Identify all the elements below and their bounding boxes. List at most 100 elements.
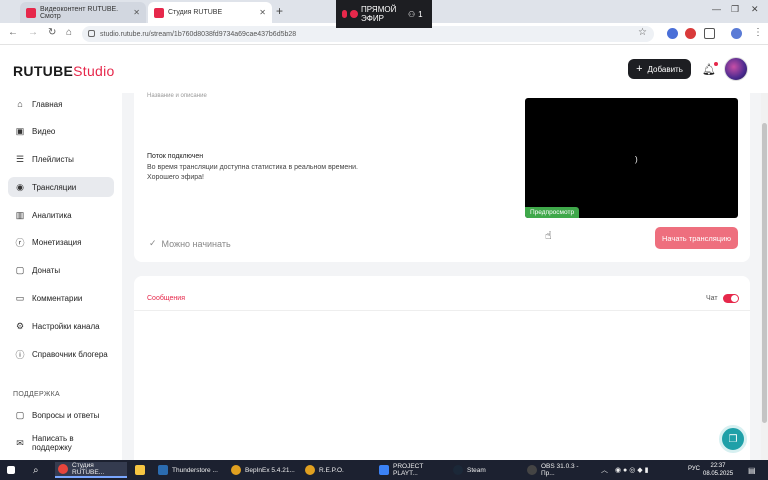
chrome-icon (58, 464, 68, 474)
support-heading: ПОДДЕРЖКА (13, 391, 60, 398)
clock-date: 08.05.2025 (703, 471, 734, 477)
sidebar-item-faq[interactable]: ▢ Вопросы и ответы (8, 405, 114, 425)
browser-tab-rutube-video[interactable]: Видеоконтент RUTUBE. Смотр ✕ (20, 2, 146, 23)
sidebar: ⌂ Главная ▣ Видео ☰ Плейлисты ◉ Трансляц… (0, 93, 122, 460)
obs-icon (527, 465, 537, 475)
sidebar-item-analytics[interactable]: ▥ Аналитика (8, 205, 114, 225)
sidebar-item-label: Вопросы и ответы (32, 410, 100, 420)
extension-icon[interactable] (667, 28, 678, 39)
live-indicator[interactable]: ПРЯМОЙ ЭФИР ⚇ 1 (336, 0, 432, 28)
sidebar-item-video[interactable]: ▣ Видео (8, 121, 114, 141)
tab-divider (134, 310, 750, 311)
start-broadcast-button[interactable]: Начать трансляцию (655, 227, 738, 249)
maximize-icon[interactable]: ❐ (731, 4, 739, 15)
sidebar-item-label: Донаты (32, 265, 61, 275)
bookmark-star-icon[interactable]: ☆ (638, 27, 647, 38)
notifications-bell-icon[interactable]: 🔔︎ (702, 62, 718, 76)
tray-chevron-icon[interactable]: ︿ (598, 462, 611, 478)
notification-center-icon[interactable]: ▤ (745, 462, 759, 478)
avatar[interactable] (724, 57, 748, 81)
app-header: RUTUBEStudio + Добавить 🔔︎ (0, 45, 768, 93)
add-button[interactable]: + Добавить (628, 59, 691, 79)
sidebar-item-label: Монетизация (32, 237, 82, 247)
taskbar-clock[interactable]: 22:37 08.05.2025 (703, 462, 733, 478)
forward-icon[interactable]: → (28, 27, 38, 38)
rutube-studio-logo[interactable]: RUTUBEStudio (13, 63, 115, 79)
start-button[interactable] (4, 462, 18, 478)
mouse-pointer-icon: ☝︎ (545, 230, 552, 242)
taskbar-item-label: Студия RUTUBE... (72, 462, 105, 476)
chat-bubble-icon: ❐ (728, 433, 738, 445)
home-icon: ⌂ (17, 99, 23, 109)
close-window-icon[interactable]: ✕ (751, 4, 759, 15)
emoji-app-icon (231, 465, 241, 475)
steam-icon (453, 465, 463, 475)
taskbar-item-thunderstore[interactable]: Thunderstore ... (155, 462, 223, 478)
new-tab-button[interactable]: + (276, 4, 283, 18)
taskbar-item-obs[interactable]: OBS 31.0.3 - Пр... (524, 462, 596, 478)
sidebar-item-label: Справочник блогера (32, 349, 108, 359)
toggle-knob (731, 295, 738, 302)
close-tab-icon[interactable]: ✕ (133, 8, 140, 17)
taskbar-item-label: PROJECT PLAYT... (393, 463, 424, 477)
taskbar-item-steam[interactable]: Steam (450, 462, 520, 478)
sidebar-item-donations[interactable]: ▢ Донаты (8, 260, 114, 280)
plus-icon: + (636, 63, 643, 75)
stream-wish-text: Хорошего эфира! (147, 174, 204, 181)
close-tab-icon[interactable]: ✕ (259, 8, 266, 17)
analytics-icon: ▥ (15, 209, 25, 220)
tab-messages[interactable]: Сообщения (147, 295, 185, 302)
sidebar-item-blogger-guide[interactable]: ⓘ Справочник блогера (8, 344, 114, 364)
sidebar-item-contact-support[interactable]: ✉ Написать в поддержку (8, 433, 114, 453)
tab-title: Видеоконтент RUTUBE. Смотр (40, 5, 119, 20)
extension-icon[interactable] (685, 28, 696, 39)
taskbar-item-repo[interactable]: R.E.P.O. (302, 462, 372, 478)
taskbar-item-project-playtime[interactable]: PROJECT PLAYT... (376, 462, 446, 478)
gear-icon: ⚙ (15, 320, 25, 331)
viewers-icon: ⚇ (408, 9, 416, 19)
logo-main: RUTUBE (13, 63, 74, 79)
donation-icon: ▢ (15, 264, 25, 275)
minimize-icon[interactable]: — (712, 4, 721, 14)
taskbar-item-explorer[interactable] (132, 462, 148, 478)
viewers-count: 1 (418, 9, 423, 19)
taskbar-item-label: Steam (467, 466, 486, 474)
site-info-icon[interactable] (88, 30, 95, 37)
loading-spinner-icon: ) (635, 155, 638, 164)
stream-preview[interactable]: ) Предпросмотр (525, 98, 738, 218)
back-icon[interactable]: ← (8, 27, 18, 38)
add-button-label: Добавить (647, 64, 683, 74)
taskbar-item-label: BepInEx 5.4.21... (245, 466, 295, 474)
extensions-puzzle-icon[interactable] (704, 28, 715, 39)
sidebar-item-channel-settings[interactable]: ⚙ Настройки канала (8, 316, 114, 336)
url-field[interactable]: studio.rutube.ru/stream/1b760d8038fd9734… (82, 26, 654, 42)
profile-icon[interactable] (731, 28, 742, 39)
language-indicator[interactable]: РУС (688, 466, 700, 472)
support-chat-button[interactable]: ❐ (719, 425, 747, 453)
ready-status: ✓ Можно начинать (149, 238, 231, 249)
sidebar-item-label: Написать в поддержку (32, 434, 74, 452)
steam-game-icon (379, 465, 389, 475)
sidebar-item-comments[interactable]: ▭ Комментарии (8, 288, 114, 308)
taskbar-item-chrome[interactable]: Студия RUTUBE... (55, 462, 127, 478)
search-button[interactable]: ⌕ (30, 462, 42, 478)
taskbar-item-label: R.E.P.O. (319, 466, 344, 474)
browser-menu-icon[interactable]: ⋮ (753, 27, 763, 38)
sidebar-item-broadcasts[interactable]: ◉ Трансляции (8, 177, 114, 197)
tray-icons[interactable]: ◉ ● ◎ ◆ ▮ (612, 462, 651, 478)
home-icon[interactable]: ⌂ (66, 27, 72, 38)
chat-toggle[interactable] (723, 294, 739, 303)
sidebar-item-playlists[interactable]: ☰ Плейлисты (8, 149, 114, 169)
sidebar-item-label: Плейлисты (32, 154, 74, 164)
rutube-favicon-icon (154, 7, 164, 18)
reload-icon[interactable]: ↻ (48, 27, 56, 38)
sidebar-item-monetization[interactable]: ⓡ Монетизация (8, 232, 114, 252)
live-dot-icon (350, 10, 358, 18)
taskbar-item-bepinex[interactable]: BepInEx 5.4.21... (228, 462, 298, 478)
browser-tab-rutube-studio[interactable]: Студия RUTUBE ✕ (148, 2, 272, 23)
scrollbar-thumb[interactable] (762, 123, 767, 423)
chat-card: Сообщения Чат (134, 276, 750, 460)
page-scrollbar[interactable] (761, 93, 768, 460)
sidebar-item-home[interactable]: ⌂ Главная (8, 94, 114, 114)
clock-time: 22:37 (710, 463, 726, 469)
